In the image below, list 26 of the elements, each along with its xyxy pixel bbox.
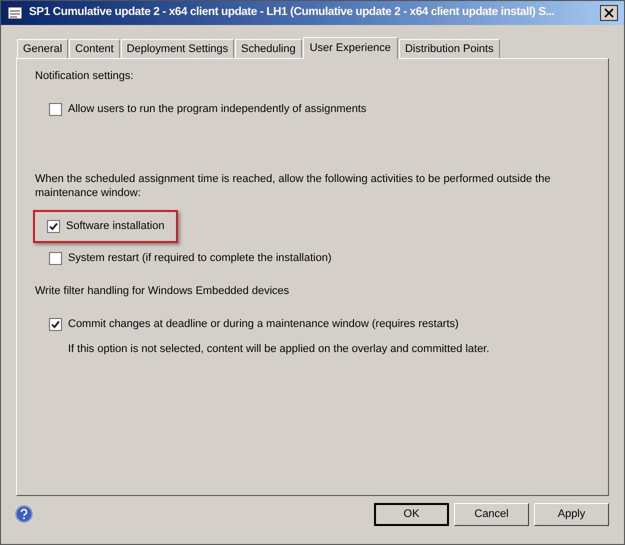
tab[interactable]: User Experience xyxy=(302,37,398,59)
checkbox[interactable] xyxy=(47,220,60,232)
checkbox-label[interactable]: Allow users to run the program independently of assignments xyxy=(68,100,366,118)
checkbox-label[interactable]: System restart (if required to complete the installation) xyxy=(68,250,332,266)
window-icon xyxy=(7,5,23,21)
section-heading: When the scheduled assignment time is reached, allow the following activities to be performed outside the maintenance window: xyxy=(35,172,552,200)
tab[interactable]: Scheduling xyxy=(235,39,302,58)
checkbox[interactable] xyxy=(49,252,62,264)
tab[interactable]: Deployment Settings xyxy=(120,39,234,58)
dialog-button[interactable]: OK xyxy=(374,502,449,526)
window-title: SP1 Cumulative update 2 - x64 client update - LH1 (Cumulative update 2 - x64 client update install) S... xyxy=(29,5,556,20)
tab[interactable]: Distribution Points xyxy=(398,39,500,58)
checkbox-label[interactable]: Commit changes at deadline or during a maintenance window (requires restarts) xyxy=(68,316,459,332)
note-text: If this option is not selected, content will be applied on the overlay and committed later. xyxy=(67,342,490,357)
dialog-button[interactable]: Cancel xyxy=(454,502,529,526)
checkbox-label[interactable]: Software installation xyxy=(66,218,164,234)
tab[interactable]: Content xyxy=(69,39,120,58)
close-icon xyxy=(604,8,614,18)
checkbox[interactable] xyxy=(49,102,62,116)
tab[interactable]: General xyxy=(17,39,68,58)
checkbox[interactable] xyxy=(49,318,62,330)
dialog-button[interactable]: Apply xyxy=(534,502,609,526)
section-heading: Notification settings: xyxy=(35,69,134,83)
section-heading: Write filter handling for Windows Embedded devices xyxy=(35,284,290,298)
close-button[interactable] xyxy=(600,5,618,21)
help-icon[interactable] xyxy=(15,505,33,523)
